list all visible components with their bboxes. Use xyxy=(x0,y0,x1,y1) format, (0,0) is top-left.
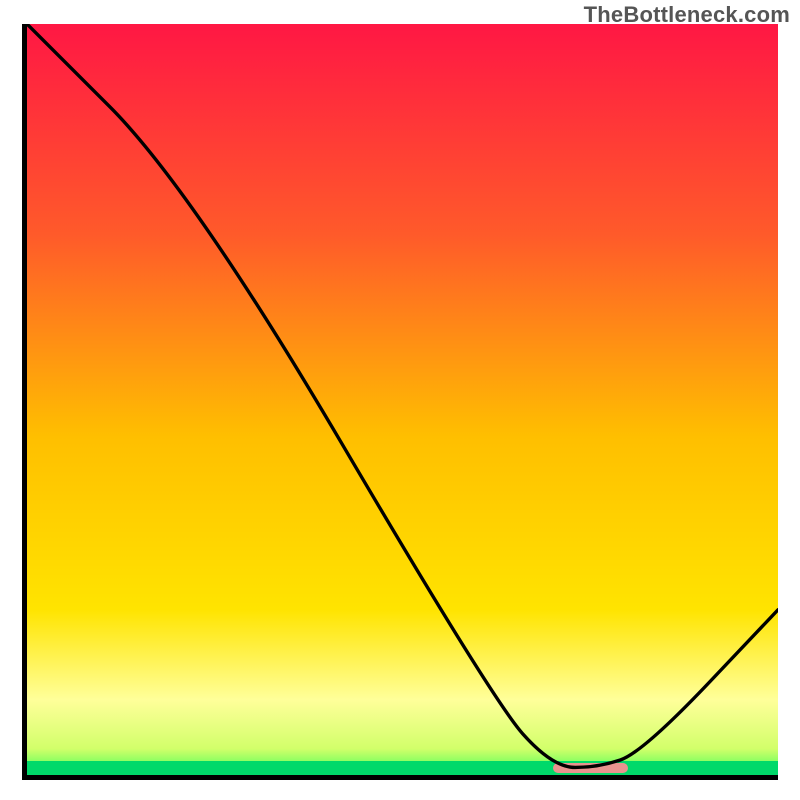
plot-inner xyxy=(22,24,778,780)
optimal-range-marker xyxy=(553,763,628,773)
watermark-text: TheBottleneck.com xyxy=(584,2,790,28)
green-baseline-band xyxy=(27,761,778,775)
gradient-background xyxy=(27,24,778,775)
plot-area xyxy=(22,24,778,780)
chart-frame: TheBottleneck.com xyxy=(0,0,800,800)
